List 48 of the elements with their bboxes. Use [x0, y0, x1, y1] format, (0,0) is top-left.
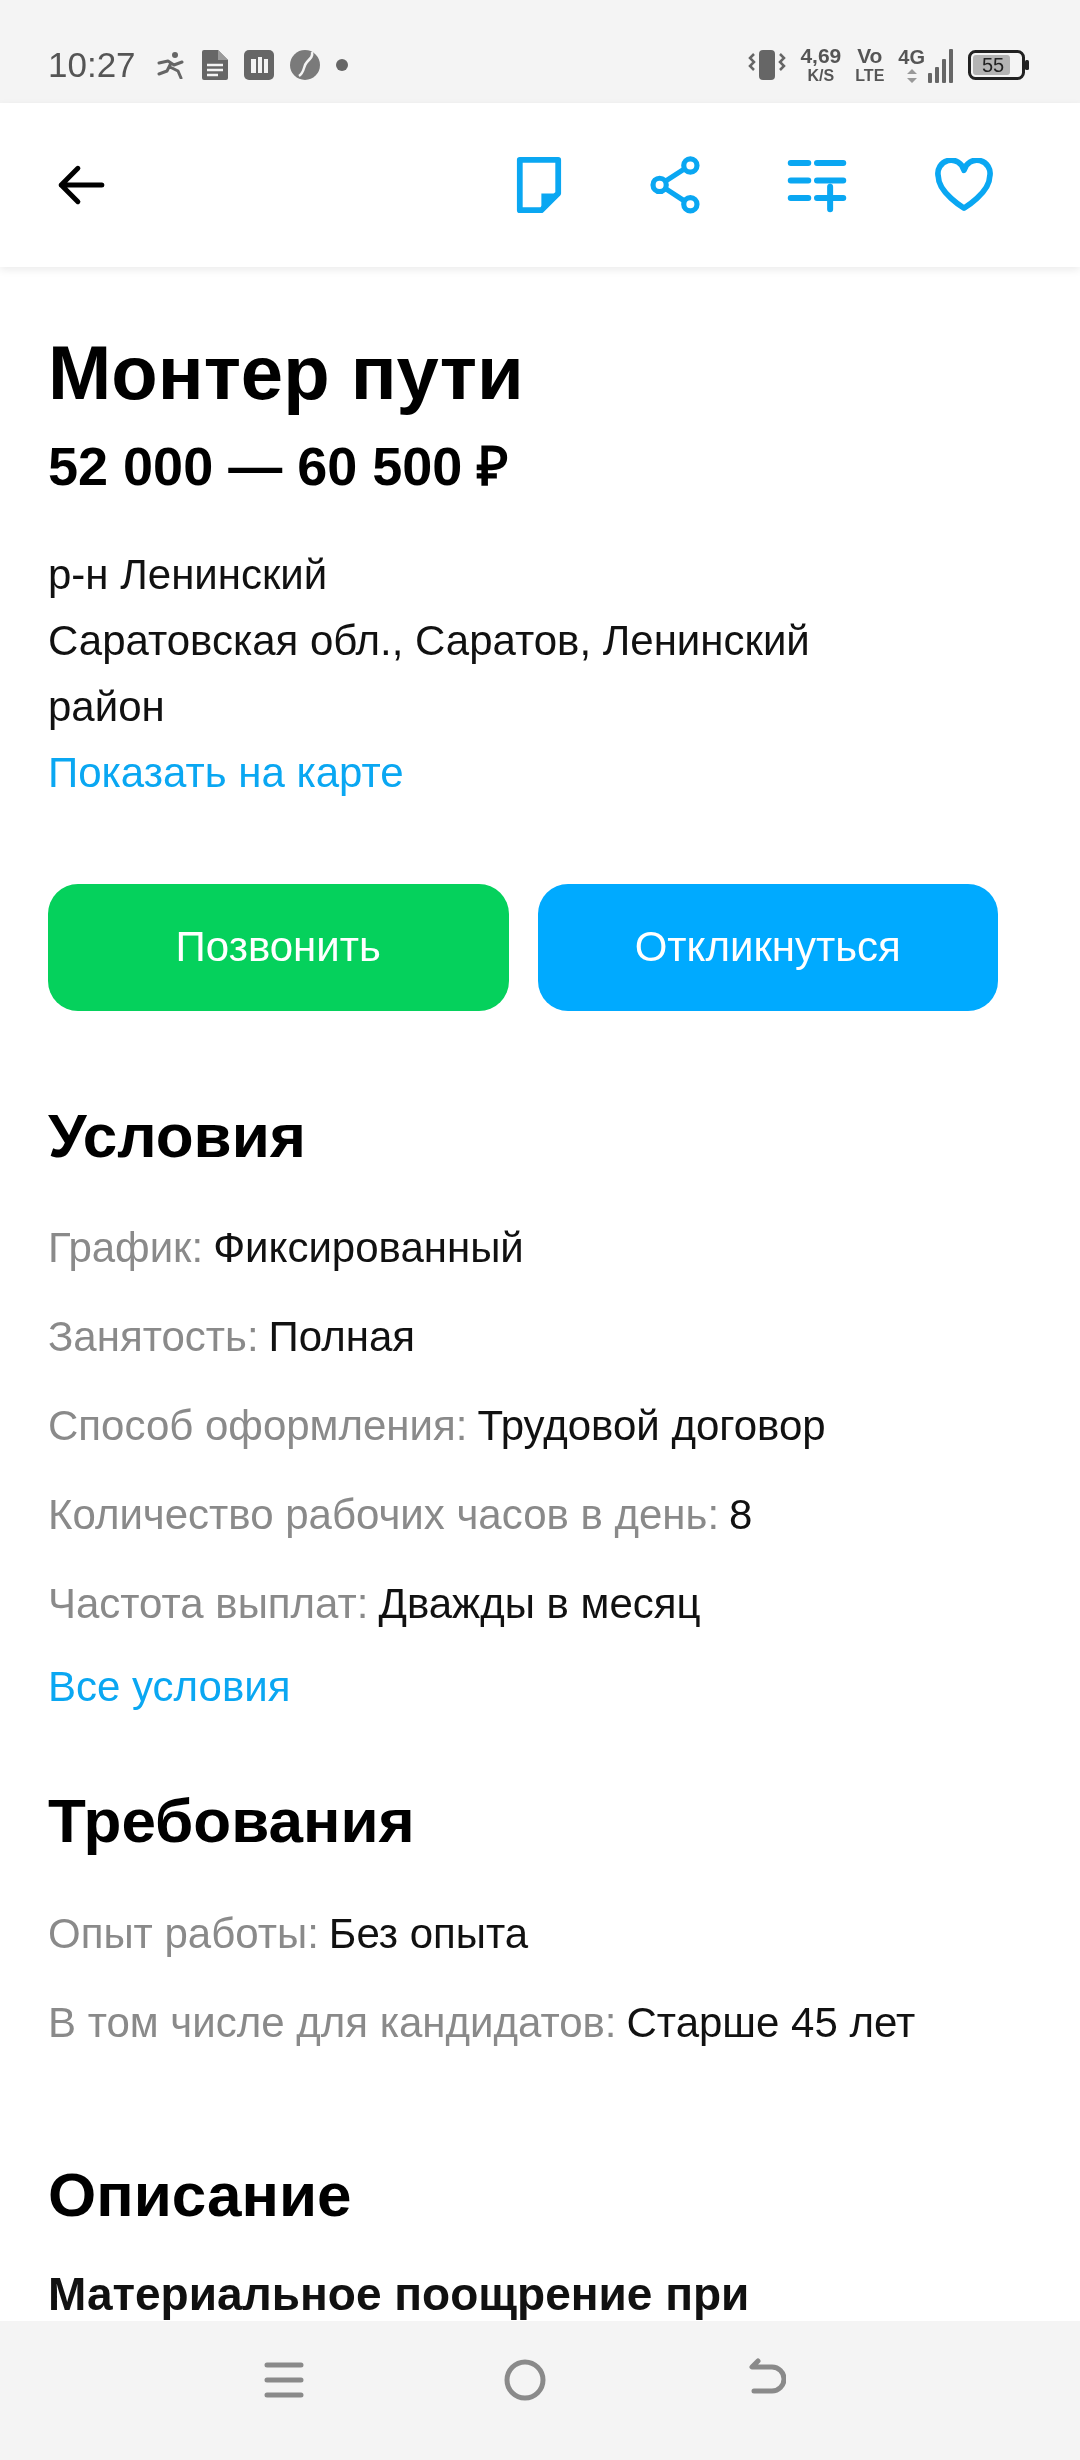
list-add-icon — [787, 157, 847, 213]
respond-button[interactable]: Откликнуться — [537, 884, 998, 1011]
back-arrow-icon — [56, 163, 106, 207]
address-text: Саратовская обл., Саратов, Ленинский район — [48, 616, 811, 732]
running-person-icon — [155, 50, 186, 79]
detail-label: Занятость: — [48, 1312, 259, 1363]
section-heading: Описание — [48, 2158, 353, 2231]
detail-value: 8 — [729, 1490, 753, 1541]
status-time: 10:27 — [48, 44, 136, 85]
call-button[interactable]: Позвонить — [48, 884, 509, 1011]
home-circle-icon — [504, 2358, 546, 2401]
vibrate-icon — [748, 49, 787, 80]
document-icon — [201, 49, 228, 80]
detail-label: График: — [48, 1223, 204, 1274]
detail-label: Частота выплат: — [48, 1579, 369, 1630]
speed-unit: K/S — [807, 68, 835, 84]
network-speed: 4,69 — [800, 45, 842, 66]
signal-icon — [928, 48, 954, 83]
lte-label: LTE — [855, 68, 885, 84]
detail-value: Старше 45 лет — [626, 1997, 916, 2048]
map-link[interactable]: Показать на карте — [48, 740, 404, 806]
battery-percent: 55 — [982, 53, 1005, 76]
detail-value: Полная — [268, 1312, 415, 1363]
detail-label: В том числе для кандидатов: — [48, 1997, 617, 2048]
description-text: Материальное поощрение при — [48, 2269, 751, 2320]
detail-value: Фиксированный — [213, 1223, 524, 1274]
volte-label: Vo — [857, 45, 883, 66]
note-icon — [515, 156, 563, 214]
menu-icon — [264, 2360, 304, 2399]
app-tile-icon — [243, 49, 274, 80]
detail-label: Количество рабочих часов в день: — [48, 1490, 720, 1541]
network-type: 4G — [898, 46, 925, 67]
salary: 52 000 — 60 500 ₽ — [48, 435, 510, 499]
detail-label: Способ оформления: — [48, 1401, 468, 1452]
dot-icon — [335, 58, 348, 71]
detail-value: Дважды в месяц — [378, 1579, 701, 1630]
section-heading: Условия — [48, 1100, 307, 1172]
detail-value: Без опыта — [328, 1908, 529, 1959]
all-conditions-link[interactable]: Все условия — [48, 1662, 291, 1713]
share-icon — [649, 156, 701, 214]
job-title: Монтер пути — [48, 329, 525, 417]
detail-value: Трудовой договор — [477, 1401, 826, 1452]
district-text: р-н Ленинский — [48, 550, 329, 600]
battery-icon — [968, 49, 1030, 80]
data-arrows-icon — [905, 68, 918, 83]
ball-icon — [289, 49, 320, 80]
section-heading: Требования — [48, 1785, 416, 1858]
detail-label: Опыт работы: — [48, 1908, 319, 1959]
